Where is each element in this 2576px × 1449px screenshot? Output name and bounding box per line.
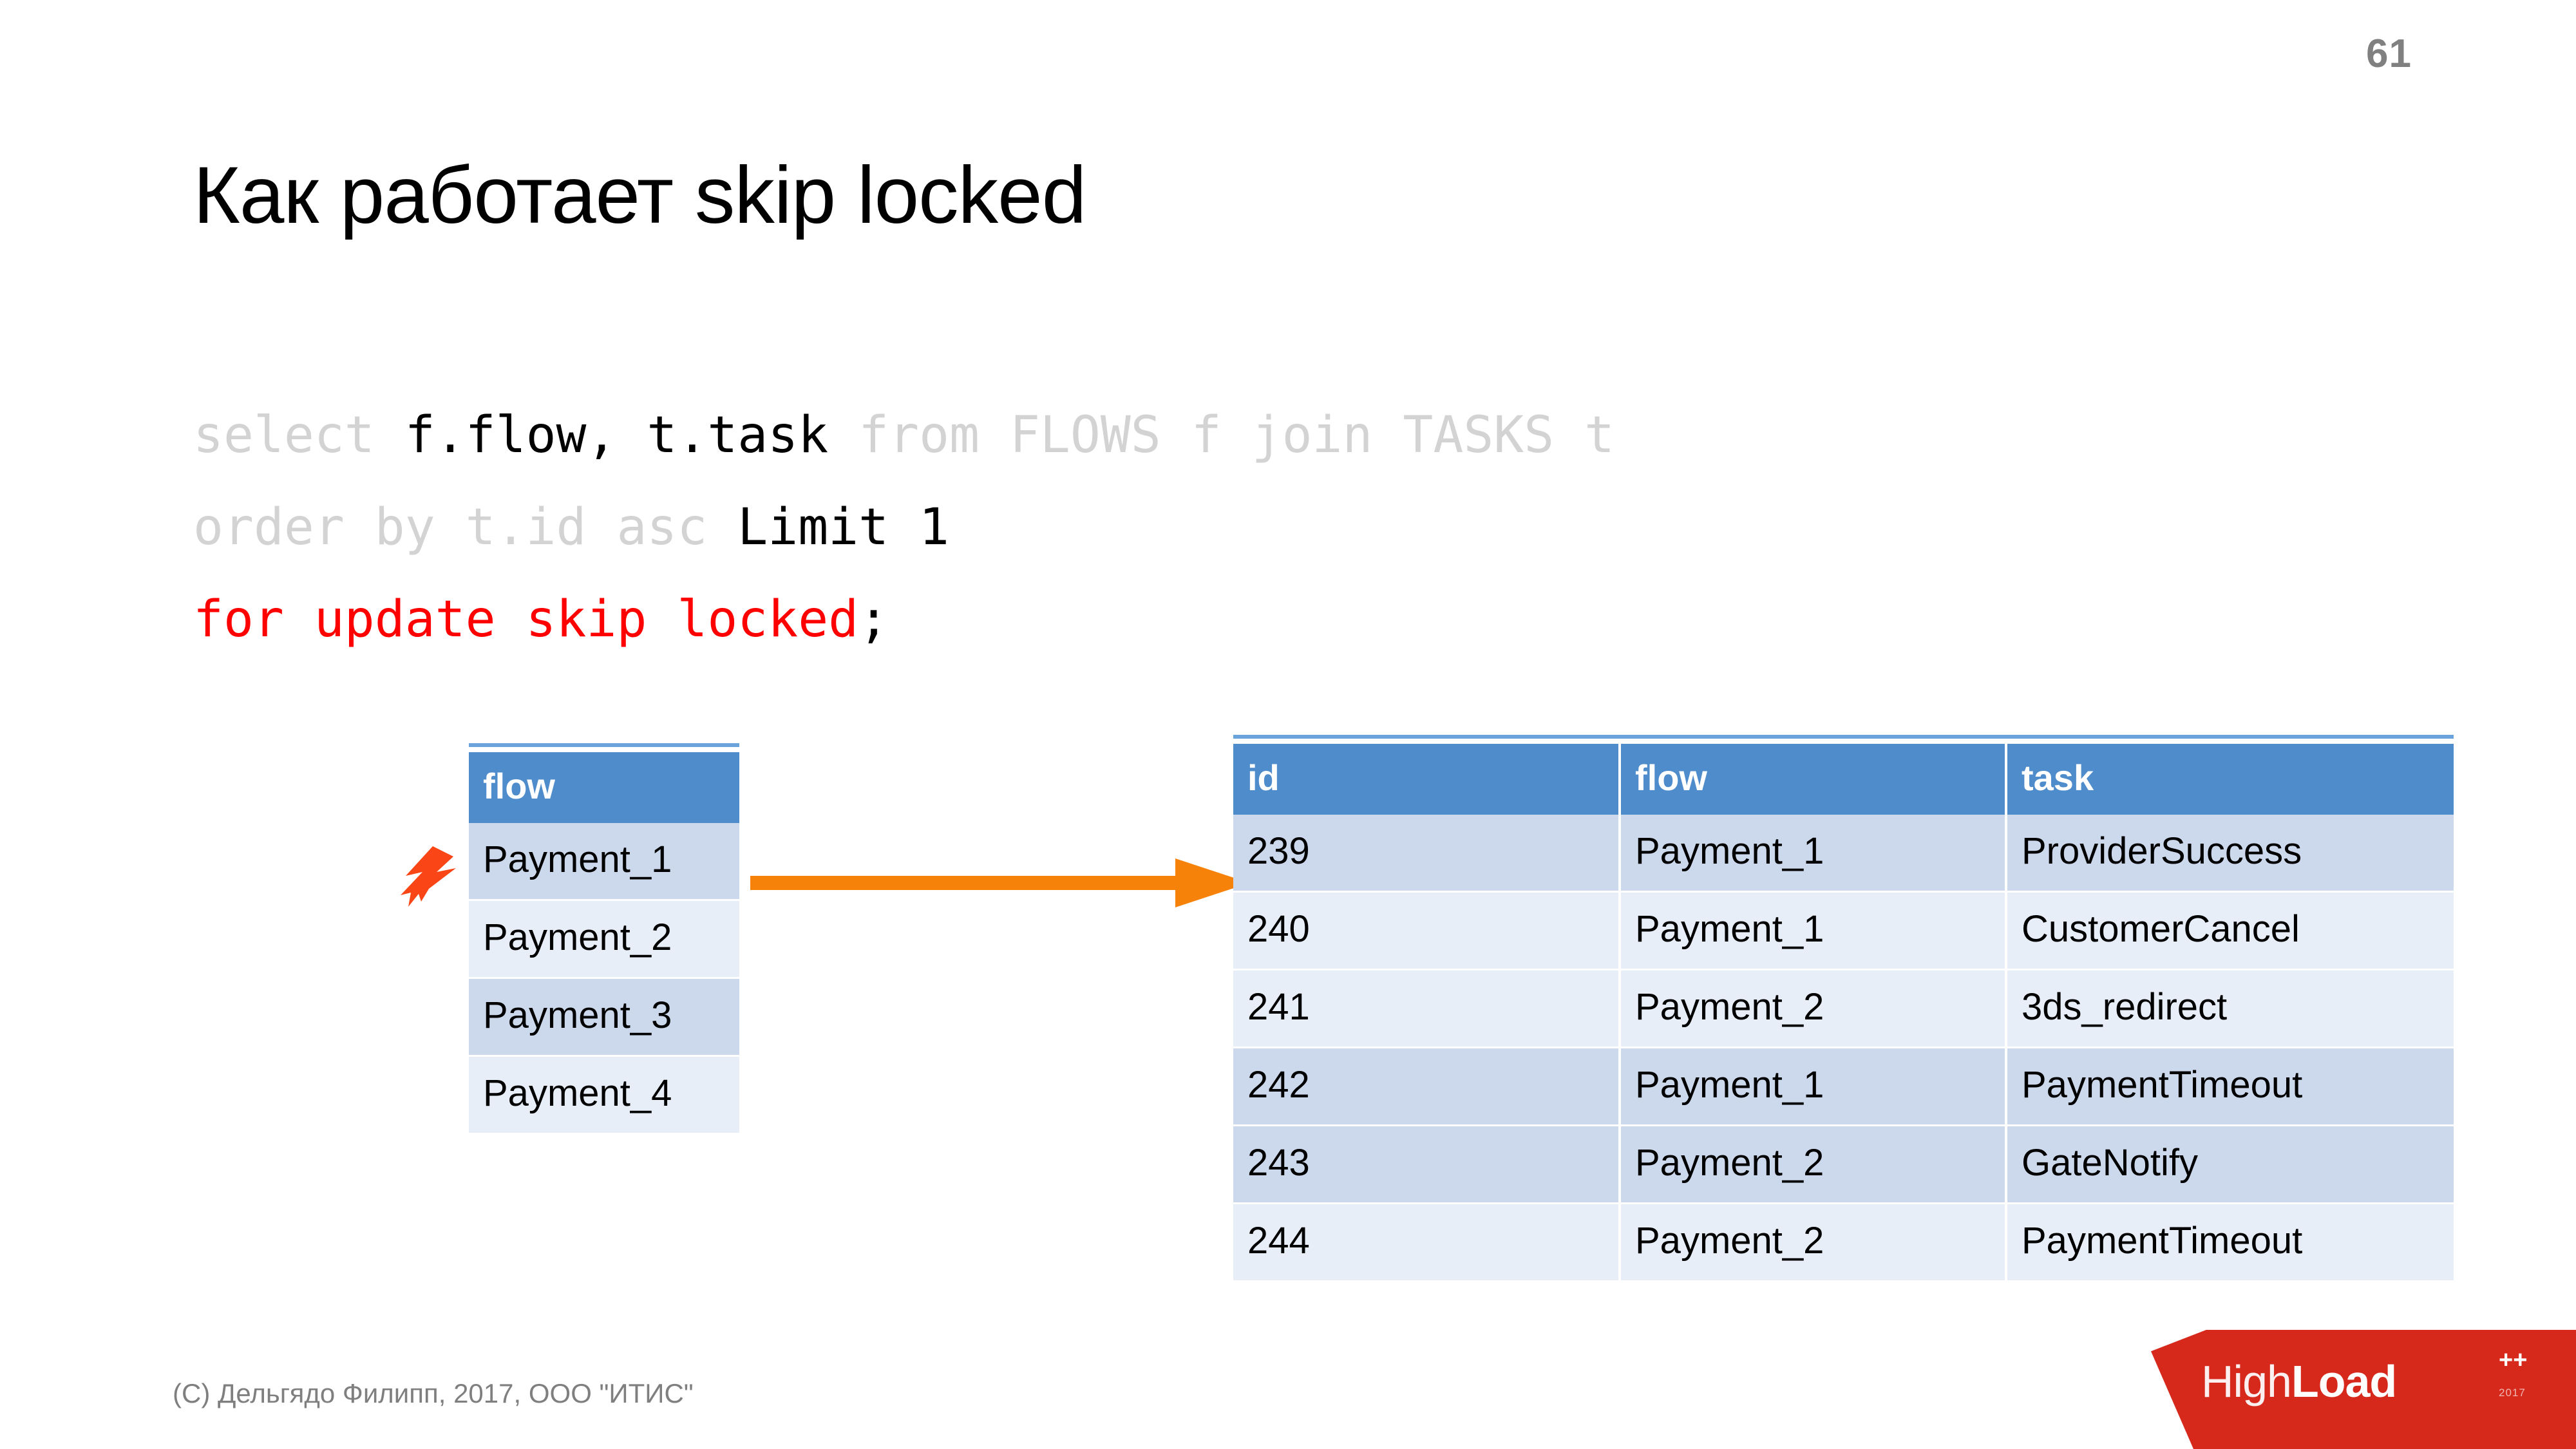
task-name-cell: PaymentTimeout <box>2006 1047 2454 1126</box>
sql-code-block: select f.flow, t.task from FLOWS f join … <box>193 390 1615 666</box>
table-row[interactable]: Payment_1 <box>469 823 739 901</box>
task-flow-cell: Payment_2 <box>1620 969 2007 1048</box>
code-select-keyword: select <box>193 406 405 464</box>
task-flow-cell: Payment_1 <box>1620 1047 2007 1126</box>
logo-plusplus-icon: ++ <box>2499 1347 2528 1374</box>
task-id-cell: 243 <box>1233 1125 1621 1204</box>
tasks-table: id flow task 239 Payment_1 ProviderSucce… <box>1233 744 2454 1282</box>
highload-logo: HighLoad ++ 2017 <box>2151 1330 2576 1449</box>
table-row[interactable]: 244 Payment_2 PaymentTimeout <box>1233 1203 2454 1282</box>
tasks-table-header-flow: flow <box>1620 744 2007 815</box>
right-arrow-icon <box>750 858 1249 907</box>
logo-high-text: High <box>2201 1356 2292 1406</box>
table-row[interactable]: 241 Payment_2 3ds_redirect <box>1233 969 2454 1048</box>
task-flow-cell: Payment_1 <box>1620 815 2007 893</box>
table-row[interactable]: 243 Payment_2 GateNotify <box>1233 1125 2454 1204</box>
footer-copyright: (C) Дельгядо Филипп, 2017, ООО "ИТИС" <box>173 1378 694 1408</box>
tasks-table-header-row: id flow task <box>1233 744 2454 815</box>
page-title: Как работает skip locked <box>193 151 1086 240</box>
code-semicolon: ; <box>858 591 889 649</box>
flow-table: flow Payment_1 Payment_2 Payment_3 Payme… <box>469 752 739 1135</box>
task-flow-cell: Payment_2 <box>1620 1203 2007 1282</box>
task-id-cell: 240 <box>1233 891 1621 971</box>
task-name-cell: PaymentTimeout <box>2006 1203 2454 1282</box>
task-name-cell: CustomerCancel <box>2006 891 2454 971</box>
tasks-table-header-id: id <box>1233 744 1621 815</box>
flow-table-top-rule <box>469 743 739 747</box>
task-flow-cell: Payment_1 <box>1620 891 2007 971</box>
task-id-cell: 244 <box>1233 1203 1621 1282</box>
task-name-cell: 3ds_redirect <box>2006 969 2454 1048</box>
task-name-cell: ProviderSuccess <box>2006 815 2454 893</box>
table-row[interactable]: Payment_2 <box>469 900 739 979</box>
code-select-columns: f.flow, t.task <box>404 406 829 464</box>
code-for-update-skip-locked: for update skip locked <box>193 591 859 649</box>
task-id-cell: 242 <box>1233 1047 1621 1126</box>
code-from-clause: from FLOWS f join TASKS t <box>828 406 1615 464</box>
flow-table-header-row: flow <box>469 752 739 823</box>
logo-wordmark: HighLoad <box>2201 1356 2397 1407</box>
task-id-cell: 241 <box>1233 969 1621 1048</box>
slide-number: 61 <box>2366 32 2412 76</box>
flow-cell: Payment_3 <box>469 978 739 1057</box>
table-row[interactable]: 239 Payment_1 ProviderSuccess <box>1233 815 2454 893</box>
flow-table-header-flow: flow <box>469 752 739 823</box>
table-row[interactable]: Payment_3 <box>469 978 739 1057</box>
flow-cell: Payment_1 <box>469 823 739 901</box>
code-order-by-clause: order by t.id asc <box>193 498 738 556</box>
flow-cell: Payment_4 <box>469 1056 739 1135</box>
logo-subtitle: 2017 <box>2499 1387 2526 1399</box>
table-row[interactable]: Payment_4 <box>469 1056 739 1135</box>
flow-cell: Payment_2 <box>469 900 739 979</box>
task-flow-cell: Payment_2 <box>1620 1125 2007 1204</box>
slide-canvas: 61 Как работает skip locked select f.flo… <box>0 0 2576 1449</box>
task-id-cell: 239 <box>1233 815 1621 893</box>
table-row[interactable]: 240 Payment_1 CustomerCancel <box>1233 891 2454 971</box>
code-limit-clause: Limit 1 <box>737 498 950 556</box>
lightning-bolt-icon <box>401 846 456 907</box>
logo-load-text: Load <box>2291 1356 2397 1406</box>
tasks-table-top-rule <box>1233 735 2454 739</box>
table-row[interactable]: 242 Payment_1 PaymentTimeout <box>1233 1047 2454 1126</box>
tasks-table-header-task: task <box>2006 744 2454 815</box>
task-name-cell: GateNotify <box>2006 1125 2454 1204</box>
